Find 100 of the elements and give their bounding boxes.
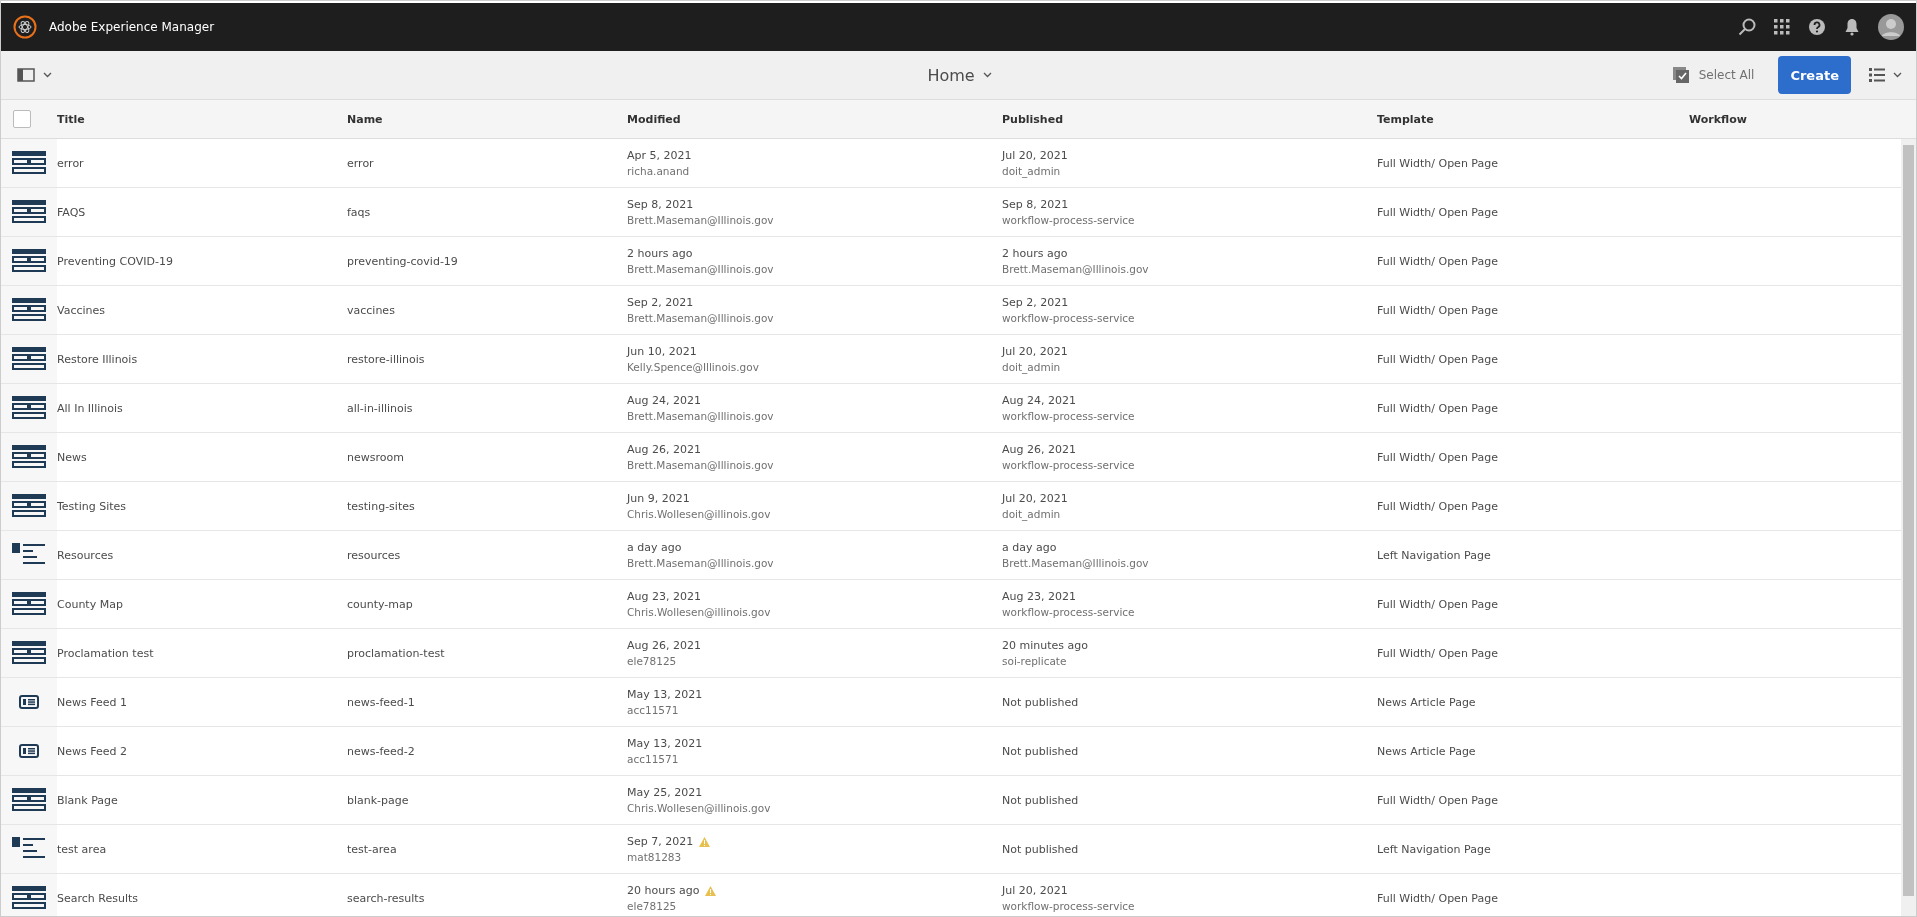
title-cell-text: Blank Page <box>57 793 119 807</box>
page-thumbnail[interactable] <box>1 384 57 432</box>
column-header[interactable]: Modified <box>627 112 1002 126</box>
name-cell-text: blank-page <box>347 793 410 807</box>
column-header[interactable]: Template <box>1377 112 1689 126</box>
name-cell-text: county-map <box>347 597 414 611</box>
select-all-checkbox[interactable] <box>13 110 31 128</box>
page-thumbnail-icon <box>12 886 46 910</box>
modified-by: Brett.Maseman@Illinois.gov <box>627 459 775 471</box>
modified-by: Brett.Maseman@Illinois.gov <box>627 263 775 275</box>
name-cell-text: testing-sites <box>347 499 416 513</box>
published-date: Not published <box>1002 842 1080 856</box>
scrollbar[interactable] <box>1901 139 1916 916</box>
name-cell-text: error <box>347 156 375 170</box>
page-thumbnail[interactable] <box>1 139 57 187</box>
template-cell-text: Full Width/ Open Page <box>1377 597 1499 611</box>
page-thumbnail-icon <box>12 592 46 616</box>
page-thumbnail-icon <box>12 788 46 812</box>
published-date: Aug 23, 2021 <box>1002 590 1077 603</box>
search-icon[interactable] <box>1738 18 1756 36</box>
page-thumbnail[interactable] <box>1 433 57 481</box>
column-header[interactable]: Title <box>57 112 347 126</box>
page-thumbnail-icon <box>12 543 46 567</box>
template-cell-text: News Article Page <box>1377 744 1477 758</box>
modified-by: Kelly.Spence@Illinois.gov <box>627 361 760 373</box>
modified-date: Jun 10, 2021 <box>627 345 697 358</box>
page-thumbnail-icon <box>12 837 46 861</box>
page-thumbnail[interactable] <box>1 825 57 873</box>
published-date: Jul 20, 2021 <box>1002 149 1069 162</box>
published-by: workflow-process-service <box>1002 459 1136 471</box>
select-all-button[interactable]: Select All <box>1666 66 1761 84</box>
page-thumbnail[interactable] <box>1 286 57 334</box>
column-header[interactable]: Workflow <box>1689 112 1899 126</box>
modified-date: Sep 8, 2021 <box>627 198 694 211</box>
published-by: workflow-process-service <box>1002 312 1136 324</box>
caret-icon <box>982 72 992 78</box>
modified-date: 2 hours ago <box>627 247 693 260</box>
title-cell-text: News <box>57 450 88 464</box>
name-cell-text: news-feed-2 <box>347 744 416 758</box>
title-cell-text: All In Illinois <box>57 401 124 415</box>
published-by: workflow-process-service <box>1002 606 1136 618</box>
page-thumbnail-icon <box>12 396 46 420</box>
name-cell-text: all-in-illinois <box>347 401 414 415</box>
published-date: a day ago <box>1002 541 1058 554</box>
location-dropdown[interactable]: Home <box>921 64 998 86</box>
template-cell-text: Full Width/ Open Page <box>1377 499 1499 513</box>
modified-by: Brett.Maseman@Illinois.gov <box>627 312 775 324</box>
template-cell-text: Left Navigation Page <box>1377 548 1492 562</box>
column-header[interactable]: Name <box>347 112 627 126</box>
title-cell-text: test area <box>57 842 108 856</box>
avatar-icon[interactable] <box>1878 14 1904 40</box>
published-by: workflow-process-service <box>1002 900 1136 912</box>
page-thumbnail[interactable] <box>1 188 57 236</box>
warning-icon <box>699 836 711 847</box>
template-cell-text: Full Width/ Open Page <box>1377 793 1499 807</box>
title-cell-text: FAQS <box>57 205 87 219</box>
modified-by: richa.anand <box>627 165 691 177</box>
column-header[interactable]: Published <box>1002 112 1377 126</box>
title-cell-text: Restore Illinois <box>57 352 139 366</box>
logo-icon <box>13 15 37 39</box>
apps-grid-icon[interactable] <box>1774 19 1790 35</box>
page-thumbnail[interactable] <box>1 482 57 530</box>
sidebar-toggle-icon[interactable] <box>17 68 35 82</box>
page-thumbnail-icon <box>12 151 46 175</box>
published-by: workflow-process-service <box>1002 214 1136 226</box>
published-date: Jul 20, 2021 <box>1002 492 1069 505</box>
title-cell-text: Search Results <box>57 891 139 905</box>
name-cell-text: vaccines <box>347 303 396 317</box>
page-thumbnail[interactable] <box>1 776 57 824</box>
title-cell-text: Testing Sites <box>57 499 128 513</box>
modified-by: acc11571 <box>627 753 680 765</box>
page-thumbnail[interactable] <box>1 237 57 285</box>
page-thumbnail[interactable] <box>1 727 57 775</box>
page-thumbnail[interactable] <box>1 580 57 628</box>
help-icon[interactable] <box>1808 18 1826 36</box>
template-cell-text: Full Width/ Open Page <box>1377 646 1499 660</box>
published-date: Not published <box>1002 793 1080 807</box>
modified-date: Sep 7, 2021 <box>627 835 694 848</box>
name-cell-text: proclamation-test <box>347 646 446 660</box>
modified-by: ele78125 <box>627 655 678 667</box>
modified-by: Chris.Wollesen@illinois.gov <box>627 508 772 520</box>
bell-icon[interactable] <box>1844 18 1860 36</box>
page-thumbnail-icon <box>12 298 46 322</box>
modified-date: May 13, 2021 <box>627 737 703 750</box>
page-thumbnail[interactable] <box>1 678 57 726</box>
modified-by: Brett.Maseman@Illinois.gov <box>627 410 775 422</box>
page-thumbnail[interactable] <box>1 629 57 677</box>
page-thumbnail[interactable] <box>1 531 57 579</box>
modified-date: Apr 5, 2021 <box>627 149 692 162</box>
create-button[interactable]: Create <box>1778 56 1851 94</box>
page-thumbnail[interactable] <box>1 335 57 383</box>
template-cell-text: News Article Page <box>1377 695 1477 709</box>
page-thumbnail[interactable] <box>1 874 57 916</box>
modified-date: May 13, 2021 <box>627 688 703 701</box>
modified-date: May 25, 2021 <box>627 786 703 799</box>
page-thumbnail-icon <box>12 249 46 273</box>
view-switcher-button[interactable] <box>1869 68 1902 82</box>
template-cell-text: Full Width/ Open Page <box>1377 156 1499 170</box>
name-cell-text: test-area <box>347 842 398 856</box>
published-by: doit_admin <box>1002 361 1062 373</box>
